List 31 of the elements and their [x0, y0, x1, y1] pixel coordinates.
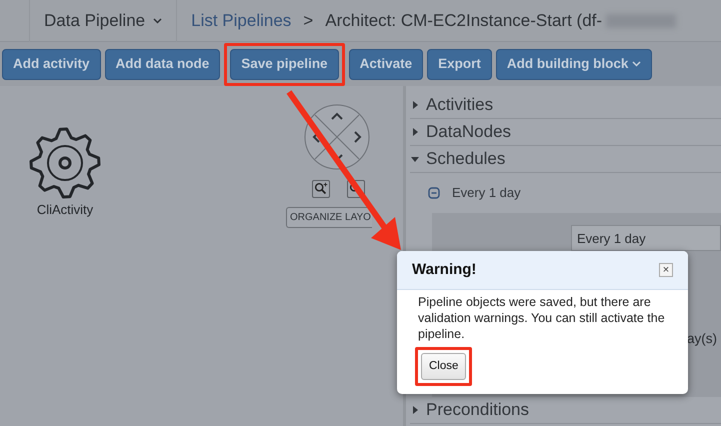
breadcrumb-separator: >: [303, 10, 314, 32]
close-button[interactable]: Close: [421, 352, 466, 380]
dialog-title: Warning!: [412, 260, 476, 280]
breadcrumb-link[interactable]: List Pipelines: [191, 8, 292, 34]
node-label: CliActivity: [36, 201, 94, 219]
gear-icon: [28, 126, 102, 200]
expanded-triangle-icon[interactable]: [410, 154, 420, 164]
field-text: ay(s): [687, 330, 717, 348]
dialog-message: Pipeline objects were saved, but there are validation warnings. You can still activate the pipeline.: [417, 294, 666, 342]
collapsed-triangle-icon[interactable]: [410, 405, 420, 415]
toolbar-button[interactable]: Export: [427, 48, 492, 80]
section-title[interactable]: Activities: [426, 92, 494, 118]
toolbar-button[interactable]: Activate: [348, 48, 424, 80]
close-button[interactable]: ×: [659, 263, 673, 278]
section-title[interactable]: Schedules: [426, 146, 506, 172]
section-title[interactable]: Preconditions: [426, 397, 530, 423]
section-title[interactable]: DataNodes: [426, 119, 512, 145]
schedule-name[interactable]: Every 1 day: [452, 183, 521, 203]
collapsed-triangle-icon[interactable]: [410, 100, 420, 110]
zoom-out-icon[interactable]: [347, 180, 365, 198]
toolbar-button[interactable]: Add building block: [496, 48, 652, 80]
organize-layout-button[interactable]: ORGANIZE LAYO: [286, 207, 372, 228]
caret-icon: [153, 18, 162, 24]
collapse-icon[interactable]: [428, 187, 440, 199]
zoom-in-icon[interactable]: [312, 180, 330, 198]
collapsed-triangle-icon[interactable]: [410, 127, 420, 137]
toolbar-button[interactable]: Add data node: [104, 48, 220, 80]
name-field[interactable]: Every 1 day: [571, 225, 721, 251]
toolbar-button[interactable]: Add activity: [2, 48, 101, 80]
page-title: Architect: CM-EC2Instance-Start (df-: [325, 10, 602, 32]
toolbar-button[interactable]: Save pipeline: [230, 48, 339, 80]
